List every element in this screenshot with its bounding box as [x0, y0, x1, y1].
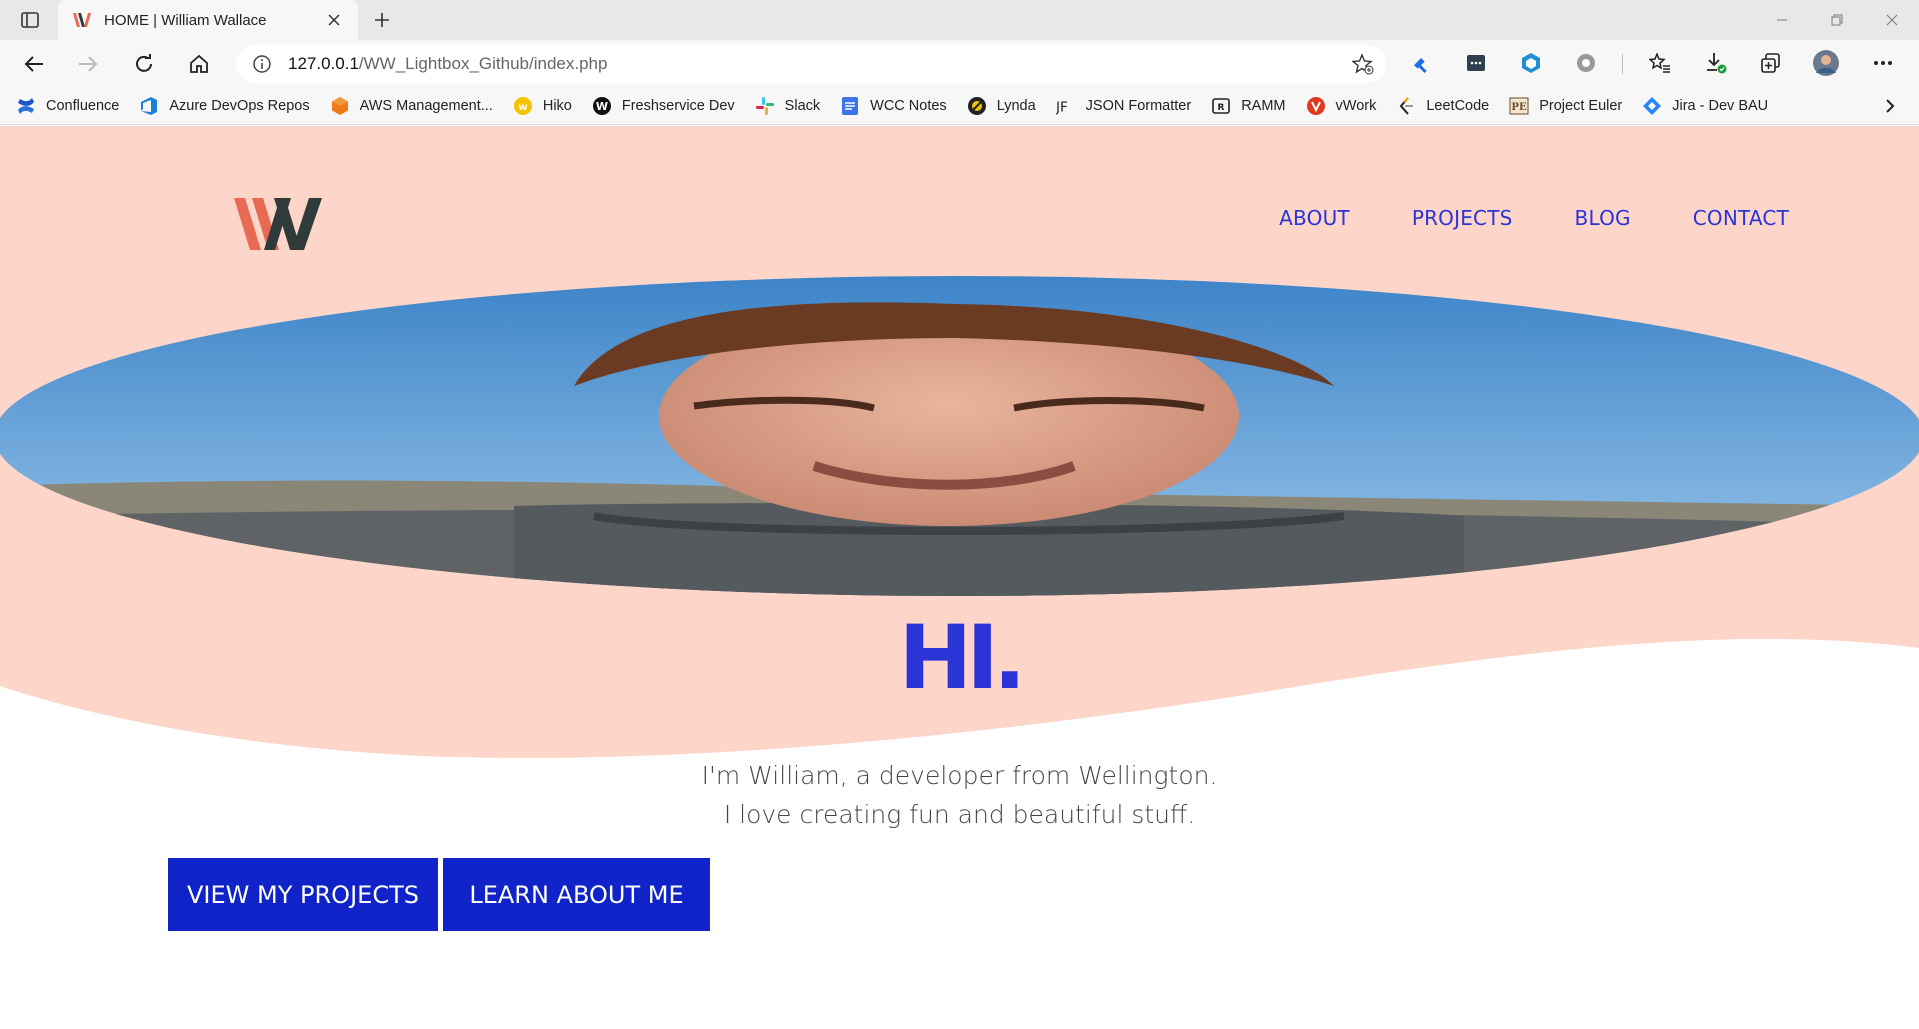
jira-icon	[1642, 96, 1662, 116]
bookmark-freshservice[interactable]: W Freshservice Dev	[592, 91, 735, 121]
web-page: ABOUT PROJECTS BLOG CONTACT HI. I'm Will…	[0, 126, 1919, 1029]
minimize-icon	[1776, 19, 1787, 21]
nav-about-link[interactable]: ABOUT	[1279, 206, 1350, 230]
home-button[interactable]	[183, 48, 215, 80]
bookmark-lynda[interactable]: Lynda	[967, 91, 1036, 121]
intro-line-1: I'm William, a developer from Wellington…	[701, 761, 1218, 790]
bookmark-project-euler[interactable]: PE Project Euler	[1509, 91, 1622, 121]
restore-button[interactable]	[1809, 0, 1864, 40]
collections-icon[interactable]	[1757, 49, 1785, 77]
bookmark-hiko[interactable]: w Hiko	[513, 91, 572, 121]
bookmark-jira[interactable]: Jira - Dev BAU	[1642, 91, 1768, 121]
bookmark-vwork[interactable]: vWork	[1306, 91, 1376, 121]
extension-gear-icon[interactable]	[1572, 49, 1600, 77]
bookmark-slack[interactable]: Slack	[755, 91, 820, 121]
browser-tab-strip: HOME | William Wallace	[0, 0, 1919, 40]
tab-title: HOME | William Wallace	[104, 11, 267, 29]
site-logo[interactable]	[234, 196, 326, 252]
svg-text:W: W	[596, 100, 608, 113]
bookmark-json-formatter[interactable]: JF JSON Formatter	[1056, 91, 1192, 121]
project-euler-icon: PE	[1509, 96, 1529, 116]
extension-hammer-icon[interactable]	[1408, 49, 1436, 77]
bookmark-confluence[interactable]: Confluence	[16, 91, 119, 121]
more-options-icon[interactable]	[1869, 49, 1897, 77]
back-arrow-icon	[24, 56, 43, 72]
vwork-icon	[1306, 96, 1326, 116]
ramm-icon: R	[1211, 96, 1231, 116]
svg-text:w: w	[518, 102, 527, 113]
extension-terminal-icon[interactable]	[1462, 49, 1490, 77]
nav-projects-link[interactable]: PROJECTS	[1412, 206, 1513, 230]
svg-text:R: R	[1218, 103, 1225, 113]
forward-arrow-icon	[79, 56, 98, 72]
address-host: 127.0.0.1	[288, 54, 359, 73]
tab-actions-icon	[21, 12, 39, 28]
bookmark-wcc-notes[interactable]: WCC Notes	[840, 91, 947, 121]
jf-icon: JF	[1056, 96, 1076, 116]
reload-button[interactable]	[128, 48, 160, 80]
azure-devops-icon	[139, 96, 159, 116]
lynda-icon	[967, 96, 987, 116]
learn-about-me-button[interactable]: LEARN ABOUT ME	[443, 858, 710, 931]
confluence-icon	[16, 96, 36, 116]
bookmarks-overflow-chevron-icon[interactable]	[1879, 95, 1901, 117]
close-icon	[1886, 14, 1897, 26]
restore-icon	[1831, 14, 1842, 26]
browser-tab-active[interactable]: HOME | William Wallace	[58, 0, 358, 40]
address-bar[interactable]: 127.0.0.1/WW_Lightbox_Github/index.php	[236, 45, 1386, 83]
toolbar-separator	[1622, 54, 1623, 74]
home-icon	[190, 54, 208, 73]
slack-icon	[755, 96, 775, 116]
bookmark-azure-devops[interactable]: Azure DevOps Repos	[139, 91, 310, 121]
minimize-button[interactable]	[1754, 0, 1809, 40]
hiko-icon: w	[513, 96, 533, 116]
favorites-icon[interactable]	[1646, 49, 1674, 77]
add-favorite-icon[interactable]	[1352, 53, 1374, 75]
hero-heading: HI.	[898, 606, 1027, 709]
tab-actions-button[interactable]	[12, 8, 48, 32]
profile-avatar-icon[interactable]	[1812, 49, 1840, 77]
svg-text:JF: JF	[1056, 99, 1068, 115]
site-favicon-icon	[72, 10, 92, 30]
forward-button[interactable]	[72, 48, 104, 80]
intro-text: I'm William, a developer from Wellington…	[0, 756, 1919, 834]
window-controls	[1754, 0, 1919, 40]
bookmark-ramm[interactable]: R RAMM	[1211, 91, 1286, 121]
site-info-icon[interactable]	[252, 54, 272, 74]
leetcode-icon	[1396, 96, 1416, 116]
back-button[interactable]	[18, 48, 50, 80]
browser-toolbar: 127.0.0.1/WW_Lightbox_Github/index.php	[0, 40, 1919, 87]
extension-hexagon-icon[interactable]	[1517, 49, 1545, 77]
downloads-icon[interactable]	[1702, 49, 1730, 77]
bookmark-leetcode[interactable]: LeetCode	[1396, 91, 1489, 121]
docs-icon	[840, 96, 860, 116]
nav-contact-link[interactable]: CONTACT	[1693, 206, 1789, 230]
intro-line-2: I love creating fun and beautiful stuff.	[723, 800, 1196, 829]
new-tab-button[interactable]	[370, 8, 394, 32]
bookmark-aws[interactable]: AWS Management...	[330, 91, 493, 121]
reload-icon	[136, 54, 152, 72]
svg-text:PE: PE	[1512, 102, 1528, 113]
view-projects-button[interactable]: VIEW MY PROJECTS	[168, 858, 438, 931]
plus-icon	[375, 13, 389, 27]
tab-close-icon[interactable]	[324, 10, 344, 30]
aws-icon	[330, 96, 350, 116]
hero-portrait-image	[0, 276, 1919, 596]
close-window-button[interactable]	[1864, 0, 1919, 40]
freshservice-icon: W	[592, 96, 612, 116]
address-path: /WW_Lightbox_Github/index.php	[358, 54, 608, 73]
bookmarks-bar: Confluence Azure DevOps Repos AWS Manage…	[0, 87, 1919, 125]
main-nav: ABOUT PROJECTS BLOG CONTACT	[1279, 206, 1789, 230]
nav-blog-link[interactable]: BLOG	[1575, 206, 1631, 230]
